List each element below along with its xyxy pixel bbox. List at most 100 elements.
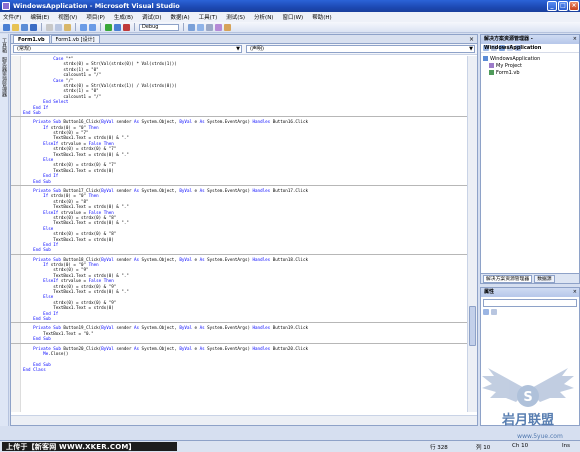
title-bar: WindowsApplication - Microsoft Visual St… <box>0 0 580 12</box>
project-icon <box>483 56 488 61</box>
configuration-select[interactable]: Debug <box>139 23 179 31</box>
menu-data[interactable]: 数据(A) <box>171 13 190 21</box>
scrollbar-thumb[interactable] <box>469 306 476 346</box>
tree-item[interactable]: My Project <box>483 62 577 69</box>
start-debugging-icon[interactable] <box>105 23 112 31</box>
menu-help[interactable]: 帮助(H) <box>312 13 331 21</box>
code-line[interactable]: End Sub <box>23 336 467 341</box>
method-name-select[interactable]: (声明) ▼ <box>246 45 475 53</box>
solution-explorer-header: 解决方案资源管理器 - WindowsApplication × <box>481 35 579 51</box>
code-area[interactable]: Case "*" strdx(0) = Str(Val(strdx(0)) * … <box>11 56 467 412</box>
find-icon[interactable] <box>188 23 195 31</box>
alphabetical-icon[interactable] <box>491 309 497 315</box>
document-tabs: Form1.vb Form1.vb [设计] × <box>11 35 477 44</box>
vertical-scrollbar[interactable] <box>467 56 477 412</box>
menu-analyze[interactable]: 分析(N) <box>254 13 273 21</box>
paste-icon[interactable] <box>64 23 71 31</box>
code-line[interactable]: End Sub <box>23 316 467 321</box>
procedure-separator <box>11 184 467 186</box>
menu-build[interactable]: 生成(B) <box>114 13 133 21</box>
menu-file[interactable]: 文件(F) <box>3 13 21 21</box>
svg-text:S: S <box>523 390 532 405</box>
tab-solution-explorer[interactable]: 解决方案资源管理器 <box>483 274 533 283</box>
method-name-value: (声明) <box>250 46 264 52</box>
window-title: WindowsApplication - Microsoft Visual St… <box>13 2 180 10</box>
code-line[interactable]: End Sub <box>23 110 467 115</box>
visual-studio-icon <box>2 2 10 10</box>
status-column: 列 10 <box>476 445 491 451</box>
menu-view[interactable]: 视图(V) <box>58 13 77 21</box>
status-insert-mode: Ins <box>562 443 570 449</box>
code-lines: Case "*" strdx(0) = Str(Val(strdx(0)) * … <box>11 56 467 372</box>
toolbar-divider <box>75 23 76 31</box>
tree-item-label: Form1.vb <box>496 69 520 76</box>
tree-item[interactable]: WindowsApplication <box>483 55 577 62</box>
save-icon[interactable] <box>21 23 28 31</box>
maximize-button[interactable]: □ <box>558 1 568 11</box>
toolbox-tab[interactable]: 工具箱 <box>1 38 8 53</box>
tree-item[interactable]: Form1.vb <box>483 69 577 76</box>
properties-header: 属性 × <box>481 288 579 297</box>
properties-toolbar <box>481 309 579 317</box>
toolbar-divider <box>134 23 135 31</box>
copy-icon[interactable] <box>55 23 62 31</box>
code-line[interactable]: End Sub <box>23 247 467 252</box>
minimize-button[interactable]: _ <box>547 1 557 11</box>
class-name-value: (常规) <box>17 46 31 52</box>
procedure-separator <box>11 342 467 344</box>
status-bar: 上传于【新客网 WWW.XKER.COM】 行 328 列 10 Ch 10 I… <box>0 440 580 452</box>
cut-icon[interactable] <box>46 23 53 31</box>
save-all-icon[interactable] <box>30 23 37 31</box>
menu-edit[interactable]: 编辑(E) <box>30 13 49 21</box>
menu-window[interactable]: 窗口(W) <box>282 13 303 21</box>
menu-debug[interactable]: 调试(D) <box>142 13 162 21</box>
toolbox-icon[interactable] <box>224 23 231 31</box>
menu-test[interactable]: 测试(S) <box>226 13 245 21</box>
tab-form1-design[interactable]: Form1.vb [设计] <box>50 35 100 43</box>
solution-explorer-tabs: 解决方案资源管理器 数据源 <box>481 273 579 283</box>
properties-icon[interactable] <box>206 23 213 31</box>
object-select[interactable] <box>483 299 577 307</box>
close-panel-icon[interactable]: × <box>573 288 577 297</box>
close-panel-icon[interactable]: × <box>573 35 577 44</box>
object-browser-icon[interactable] <box>215 23 222 31</box>
menu-project[interactable]: 项目(P) <box>86 13 105 21</box>
redo-icon[interactable] <box>89 23 96 31</box>
pause-icon[interactable] <box>114 23 121 31</box>
properties-title: 属性 <box>484 289 495 295</box>
new-project-icon[interactable] <box>3 23 10 31</box>
solution-explorer-icon[interactable] <box>197 23 204 31</box>
horizontal-scrollbar[interactable] <box>11 415 477 425</box>
solution-explorer-title: 解决方案资源管理器 - WindowsApplication <box>484 36 542 51</box>
tab-form1-code[interactable]: Form1.vb <box>13 35 50 43</box>
undo-icon[interactable] <box>80 23 87 31</box>
code-line[interactable]: End Sub <box>23 179 467 184</box>
standard-toolbar: Debug <box>0 22 580 33</box>
procedure-separator <box>11 253 467 255</box>
categorized-icon[interactable] <box>483 309 489 315</box>
close-button[interactable]: × <box>569 1 579 11</box>
server-explorer-tab[interactable]: 服务器资源管理器 <box>1 57 8 97</box>
code-editor-pane: Form1.vb Form1.vb [设计] × (常规) ▼ (声明) ▼ C… <box>10 34 478 426</box>
code-line[interactable]: End Class <box>23 367 467 372</box>
close-document-icon[interactable]: × <box>469 36 474 43</box>
class-name-select[interactable]: (常规) ▼ <box>13 45 242 53</box>
chevron-down-icon: ▼ <box>236 46 240 52</box>
open-file-icon[interactable] <box>12 23 19 31</box>
watermark-brand: 岩月联盟 <box>501 412 554 428</box>
outlining-gutter <box>11 56 21 412</box>
status-line: 行 328 <box>430 445 448 451</box>
tab-data-sources[interactable]: 数据源 <box>534 274 555 283</box>
upload-banner-text: 上传于【新客网 WWW.XKER.COM】 <box>6 443 136 451</box>
menu-bar: 文件(F) 编辑(E) 视图(V) 项目(P) 生成(B) 调试(D) 数据(A… <box>0 12 580 22</box>
menu-tools[interactable]: 工具(T) <box>199 13 218 21</box>
navigation-bar: (常规) ▼ (声明) ▼ <box>11 44 477 55</box>
brand-watermark-logo: S 岩月联盟 www.5yue.com <box>482 368 574 440</box>
solution-explorer-panel: 解决方案资源管理器 - WindowsApplication × Windows… <box>480 34 580 284</box>
toolbar-divider <box>100 23 101 31</box>
procedure-separator <box>11 322 467 324</box>
stop-icon[interactable] <box>123 23 130 31</box>
form-file-icon <box>489 70 494 75</box>
tree-item-label: My Project <box>496 62 522 69</box>
left-dock-tabs: 工具箱 服务器资源管理器 <box>0 34 9 426</box>
